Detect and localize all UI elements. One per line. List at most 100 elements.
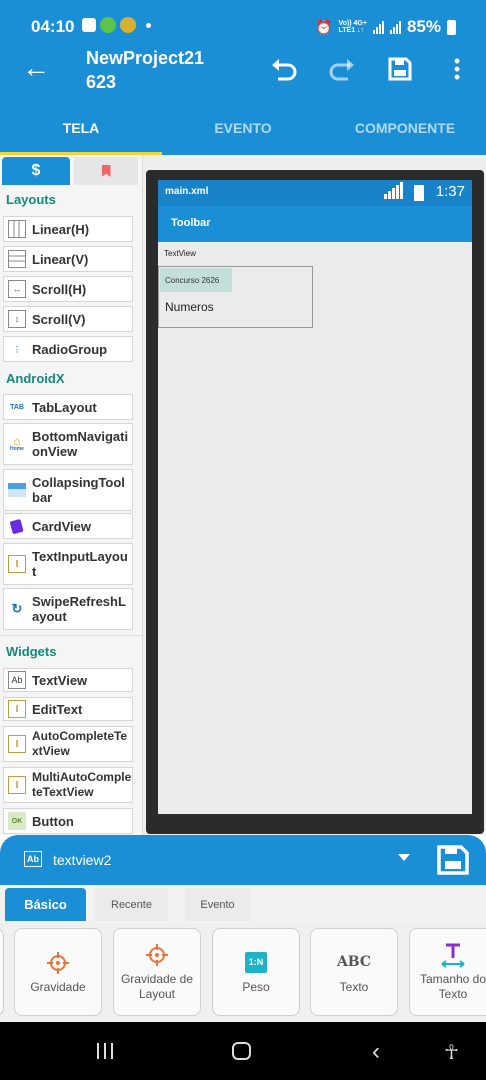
preview-textview[interactable]: TextView [164,249,196,258]
signal-2-icon [389,20,401,34]
section-layouts: Layouts [6,192,56,207]
preview-file-name: main.xml [165,186,209,197]
status-right: ⏰ Vo)) 4G+ LTE1 ↓↑ 85% [315,17,456,37]
palette-item-radiogroup[interactable]: ⋮ RadioGroup [3,336,133,362]
tablayout-icon: TAB [10,403,24,411]
project-subtitle: 623 [86,72,117,92]
signal-icon [372,20,384,34]
tab-recente[interactable]: Recente [95,888,168,921]
back-arrow-icon[interactable]: ← [22,54,50,82]
selection-bar: Ab textview2 [0,835,486,885]
autocomplete-icon: I [8,735,26,753]
palette-item-autocompletetextview[interactable]: I AutoCompleteTextView [3,726,133,762]
gallery-icon [82,18,96,32]
property-cards: Gravidade Gravidade de Layout 1:N Peso A… [0,923,486,1022]
preview-toolbar-title: Toolbar [171,217,211,229]
preview-battery-icon [414,185,424,201]
selected-widget-name[interactable]: textview2 [53,852,111,868]
section-androidx: AndroidX [6,371,65,386]
palette-item-button[interactable]: OK Button [3,808,133,834]
home-icon: ⌂ Home [10,434,24,452]
section-widgets: Widgets [6,644,57,659]
redo-icon[interactable] [325,52,359,86]
palette-item-linear-v[interactable]: Linear(V) [3,246,133,272]
phone-screen[interactable]: main.xml 1:37 Toolbar TextView Concurso … [158,180,472,814]
more-menu-icon[interactable] [440,52,474,86]
app-notification-icon [120,17,136,33]
tab-basico[interactable]: Básico [5,888,86,921]
button-icon: OK [8,812,26,830]
palette-item-scroll-v[interactable]: ↕ Scroll(V) [3,306,133,332]
palette-item-collapsingtoolbar[interactable]: CollapsingToolbar [3,469,133,511]
app-bar: ← NewProject21 623 [0,40,486,100]
preview-time: 1:37 [435,183,465,200]
network-label: Vo)) 4G+ LTE1 ↓↑ [338,20,367,34]
back-icon[interactable]: ‹ [372,1038,380,1066]
more-notifications-icon [146,22,151,28]
system-nav-bar: ‹ ☥ [0,1022,486,1080]
bookmark-icon [101,165,111,177]
palette-tab-bookmarks[interactable] [74,157,138,185]
property-peso[interactable]: 1:N Peso [212,928,300,1016]
top-header: 04:10 ⏰ Vo)) 4G+ LTE1 ↓↑ 85% ← NewProjec… [0,0,486,155]
dropdown-caret-icon[interactable] [398,854,410,861]
radiogroup-icon: ⋮ [13,344,21,354]
android-app-icon [100,17,116,33]
palette-item-textview[interactable]: Ab TextView [3,668,133,692]
preview-linear-layout[interactable]: Concurso 2626 Numeros [158,266,313,328]
palette-tabs: $ [0,155,142,187]
palette-item-linear-h[interactable]: Linear(H) [3,216,133,242]
palette-item-swiperefreshlayout[interactable]: ↻ SwipeRefreshLayout [3,588,133,630]
tab-componente[interactable]: COMPONENTE [324,100,486,155]
alarm-icon: ⏰ [315,18,333,35]
weight-icon: 1:N [244,950,268,976]
preview-concurso-text[interactable]: Concurso 2626 [160,268,232,292]
battery-icon [447,19,456,35]
palette-item-scroll-h[interactable]: ↔ Scroll(H) [3,276,133,302]
dollar-icon: $ [31,162,41,179]
text-size-icon [440,942,466,968]
palette-item-edittext[interactable]: I EditText [3,697,133,721]
palette-tab-widgets[interactable]: $ [2,157,70,185]
property-card-partial[interactable] [0,928,4,1016]
gravity-icon [46,950,70,976]
tab-evento-props[interactable]: Evento [185,888,250,921]
property-tamanho-do-texto[interactable]: Tamanho do Texto [409,928,486,1016]
main-tabs: TELA EVENTO COMPONENTE [0,100,486,155]
cardview-icon [8,517,26,535]
preview-numeros-text[interactable]: Numeros [165,300,214,314]
preview-status-bar: main.xml 1:37 [158,180,472,206]
property-texto[interactable]: ABC Texto [310,928,398,1016]
property-gravidade[interactable]: Gravidade [14,928,102,1016]
divider [0,635,142,636]
accessibility-icon[interactable]: ☥ [444,1040,459,1065]
preview-toolbar[interactable]: Toolbar [158,206,472,242]
palette-item-tablayout[interactable]: TAB TabLayout [3,394,133,420]
palette-item-cardview[interactable]: CardView [3,513,133,539]
save-icon[interactable] [383,52,417,86]
text-abc-icon: ABC [336,954,372,970]
scroll-h-icon: ↔ [8,280,26,298]
battery-percent: 85% [406,17,441,36]
layout-gravity-icon [145,942,169,968]
tab-evento[interactable]: EVENTO [162,100,324,155]
recent-apps-icon[interactable] [97,1043,113,1059]
tab-tela[interactable]: TELA [0,100,162,155]
palette-item-bottomnavigationview[interactable]: ⌂ Home BottomNavigationView [3,423,133,465]
textview-icon: Ab [24,851,42,867]
home-button-icon[interactable] [232,1042,251,1060]
app-root: 04:10 ⏰ Vo)) 4G+ LTE1 ↓↑ 85% ← NewProjec… [0,0,486,1080]
widget-palette: $ Layouts Linear(H) Linear(V) ↔ Scroll(H… [0,155,143,835]
save-icon[interactable] [436,844,470,881]
preview-signal-icon [384,182,403,199]
notification-icons [82,17,151,33]
property-gravidade-de-layout[interactable]: Gravidade de Layout [113,928,201,1016]
linear-v-icon [8,250,26,268]
undo-icon[interactable] [267,52,301,86]
palette-item-textinputlayout[interactable]: I TextInputLayout [3,543,133,585]
text-input-icon: I [8,555,26,573]
palette-item-multiautocompletetextview[interactable]: I MultiAutoCompleteTextView [3,767,133,803]
edittext-icon: I [8,700,26,718]
project-title: NewProject21 [86,48,205,68]
refresh-icon: ↻ [11,601,23,616]
